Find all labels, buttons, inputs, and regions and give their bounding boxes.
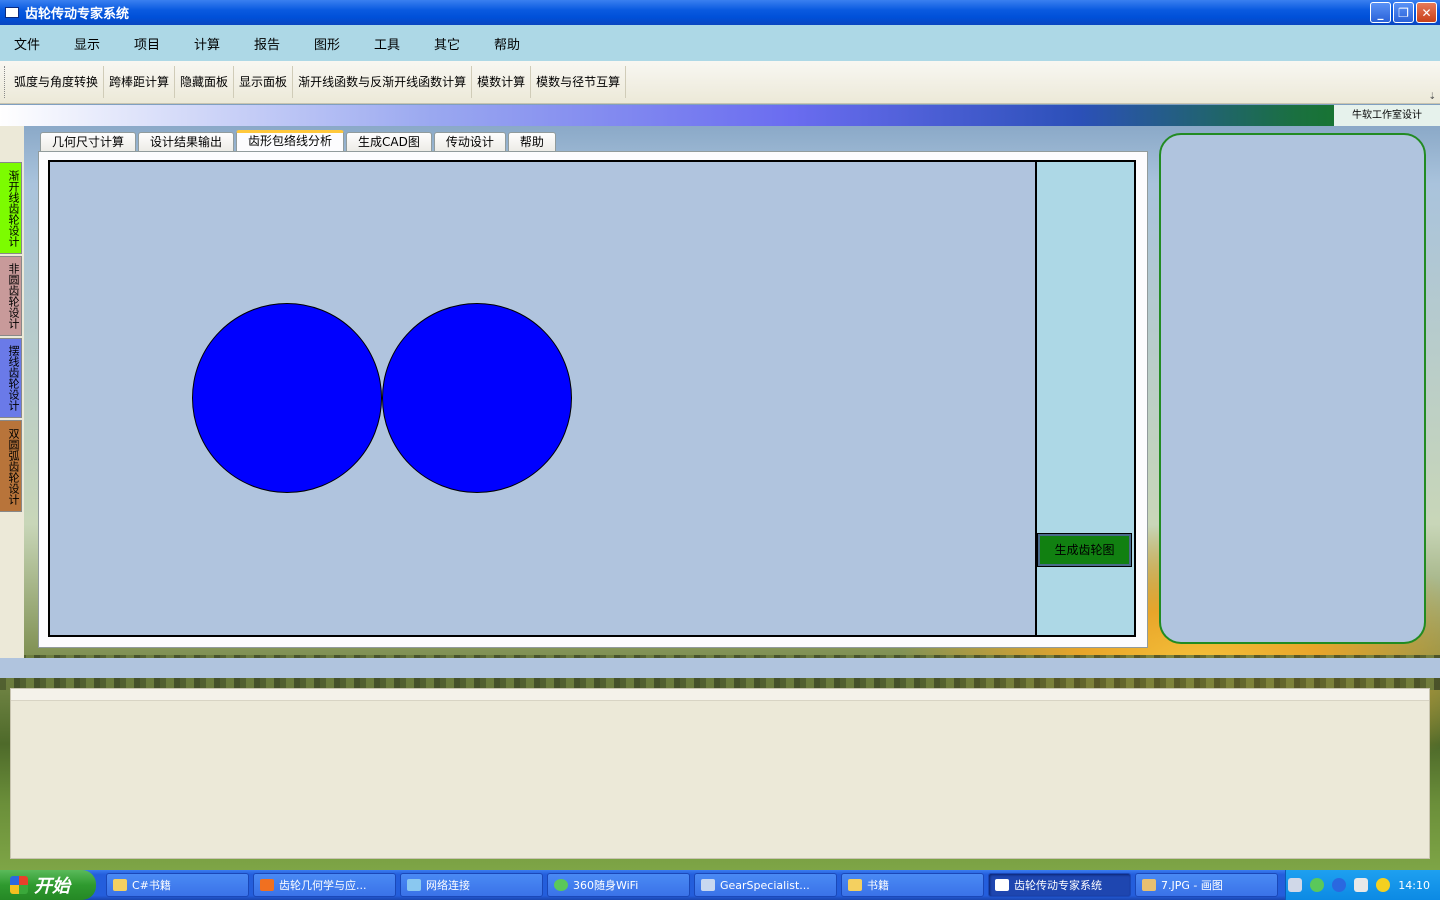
tool-hide-panel-button[interactable]: 隐藏面板 (175, 66, 235, 98)
taskbar-item-books[interactable]: 书籍 (841, 873, 984, 897)
app-icon (5, 7, 19, 18)
wifi-app-icon (554, 879, 568, 891)
menu-report[interactable]: 报告 (254, 34, 314, 53)
menu-calculate[interactable]: 计算 (194, 34, 254, 53)
document-app-icon (260, 879, 274, 891)
taskbar-item-label: C#书籍 (132, 879, 171, 892)
minimize-icon[interactable]: _ (1370, 2, 1391, 23)
tool-radian-degree-button[interactable]: 弧度与角度转换 (9, 66, 105, 98)
tab-envelope-analysis[interactable]: 齿形包络线分析 (236, 130, 345, 152)
right-info-panel (1159, 133, 1426, 644)
output-panel-header (11, 689, 1429, 701)
toolbar: 弧度与角度转换 跨棒距计算 隐藏面板 显示面板 渐开线函数与反渐开线函数计算 模… (0, 61, 1440, 104)
tab-strip: 几何尺寸计算 设计结果输出 齿形包络线分析 生成CAD图 传动设计 帮助 (40, 130, 558, 152)
taskbar-item-label: 7.JPG - 画图 (1161, 879, 1223, 892)
left-tab-cycloid[interactable]: 摆线齿轮设计 (0, 338, 22, 418)
tool-show-panel-button[interactable]: 显示面板 (234, 66, 294, 98)
security-icon[interactable] (1376, 878, 1391, 892)
network-icon (407, 879, 421, 891)
gear-circle-left (192, 303, 382, 493)
output-panel[interactable] (10, 688, 1430, 859)
menu-project[interactable]: 项目 (134, 34, 194, 53)
taskbar-item-label: 齿轮传动专家系统 (1014, 879, 1102, 892)
window-controls: _ ❐ ✕ (1370, 2, 1437, 23)
menu-view[interactable]: 显示 (74, 34, 134, 53)
taskbar: 开始 C#书籍 齿轮几何学与应... 网络连接 360随身WiFi GearSp… (0, 870, 1440, 900)
toolbar-grip[interactable] (4, 66, 7, 98)
start-label: 开始 (34, 876, 70, 897)
generate-gear-button[interactable]: 生成齿轮图 (1037, 533, 1132, 567)
app-window-icon (995, 879, 1009, 891)
credit-label: 牛软工作室设计 (1334, 105, 1440, 126)
app-window-icon (701, 879, 715, 891)
tool-module-calc-button[interactable]: 模数计算 (472, 66, 532, 98)
network-status-icon[interactable] (1354, 878, 1369, 892)
gear-circle-right (382, 303, 572, 493)
gradient-banner (0, 105, 1440, 126)
tab-design-output[interactable]: 设计结果输出 (138, 132, 235, 152)
left-tab-noncircular[interactable]: 非圆齿轮设计 (0, 256, 22, 336)
window-title: 齿轮传动专家系统 (25, 7, 130, 22)
title-bar: 齿轮传动专家系统 _ ❐ ✕ (0, 0, 1440, 25)
tool-involute-function-button[interactable]: 渐开线函数与反渐开线函数计算 (293, 66, 473, 98)
clock[interactable]: 14:10 (1398, 879, 1430, 892)
tool-span-measure-button[interactable]: 跨棒距计算 (104, 66, 176, 98)
chevron-left-icon[interactable] (1332, 878, 1347, 892)
taskbar-item-csharp-books[interactable]: C#书籍 (106, 873, 249, 897)
taskbar-item-label: 齿轮几何学与应... (279, 879, 367, 892)
left-tab-involute[interactable]: 渐开线齿轮设计 (0, 162, 22, 254)
toolbar-overflow-icon[interactable]: ⇣ (1428, 92, 1436, 102)
taskbar-item-label: GearSpecialist... (720, 878, 810, 892)
taskbar-item-network[interactable]: 网络连接 (400, 873, 543, 897)
taskbar-item-label: 360随身WiFi (573, 879, 639, 892)
taskbar-item-label: 书籍 (867, 879, 889, 892)
menu-other[interactable]: 其它 (434, 34, 494, 53)
menu-tools[interactable]: 工具 (374, 34, 434, 53)
menu-graphics[interactable]: 图形 (314, 34, 374, 53)
system-tray: 14:10 (1285, 870, 1440, 900)
folder-icon (848, 879, 862, 891)
keyboard-icon[interactable] (1288, 878, 1303, 892)
folder-icon (113, 879, 127, 891)
taskbar-item-360wifi[interactable]: 360随身WiFi (547, 873, 690, 897)
paint-icon (1142, 879, 1156, 891)
taskbar-item-gear-expert[interactable]: 齿轮传动专家系统 (988, 873, 1131, 897)
menu-file[interactable]: 文件 (14, 34, 74, 53)
taskbar-item-gear-geometry[interactable]: 齿轮几何学与应... (253, 873, 396, 897)
menu-bar: 文件 显示 项目 计算 报告 图形 工具 其它 帮助 (0, 25, 1440, 61)
left-tab-rail: 渐开线齿轮设计 非圆齿轮设计 摆线齿轮设计 双圆弧齿轮设计 (0, 126, 24, 658)
start-button[interactable]: 开始 (0, 870, 96, 900)
close-icon[interactable]: ✕ (1416, 2, 1437, 23)
restore-icon[interactable]: ❐ (1393, 2, 1414, 23)
wifi-icon[interactable] (1310, 878, 1325, 892)
menu-help[interactable]: 帮助 (494, 34, 554, 53)
taskbar-item-label: 网络连接 (426, 879, 470, 892)
separator-band (0, 658, 1440, 678)
tab-transmission-design[interactable]: 传动设计 (433, 132, 506, 152)
windows-logo-icon (10, 876, 28, 894)
tab-geometry[interactable]: 几何尺寸计算 (40, 132, 137, 152)
taskbar-item-gearspecialist[interactable]: GearSpecialist... (694, 873, 837, 897)
drawing-canvas[interactable] (48, 160, 1136, 637)
left-tab-double-arc[interactable]: 双圆弧齿轮设计 (0, 420, 22, 512)
tab-help[interactable]: 帮助 (507, 132, 556, 152)
taskbar-item-paint[interactable]: 7.JPG - 画图 (1135, 873, 1278, 897)
tab-generate-cad[interactable]: 生成CAD图 (346, 132, 432, 152)
tool-module-pitch-button[interactable]: 模数与径节互算 (531, 66, 627, 98)
